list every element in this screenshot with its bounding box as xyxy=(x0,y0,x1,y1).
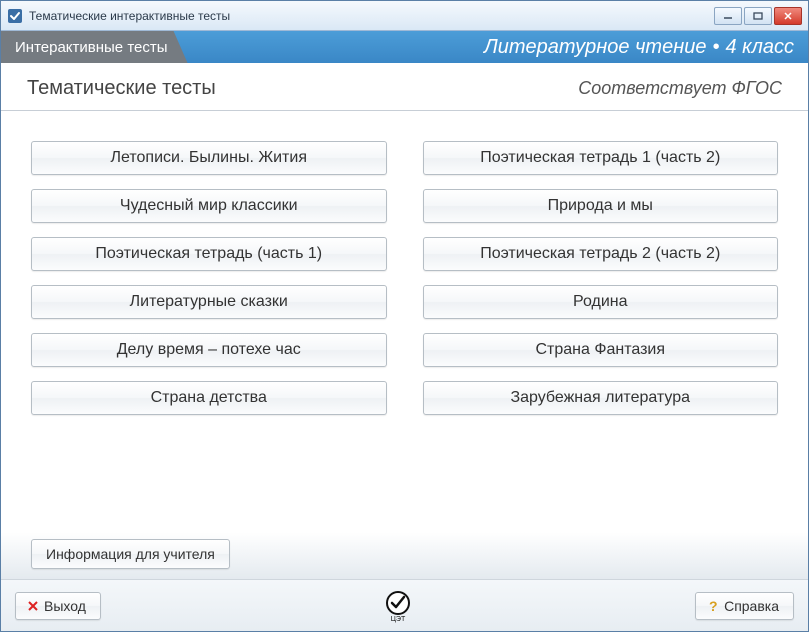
svg-text:?: ? xyxy=(709,599,718,613)
minimize-button[interactable] xyxy=(714,7,742,25)
topic-button[interactable]: Природа и мы xyxy=(423,189,779,223)
header-tab-label: Интерактивные тесты xyxy=(15,39,168,56)
topic-button[interactable]: Страна детства xyxy=(31,381,387,415)
header-subject: Литературное чтение xyxy=(484,36,706,59)
close-button[interactable] xyxy=(774,7,802,25)
window-title: Тематические интерактивные тесты xyxy=(29,9,714,23)
footer: Выход ЦЭТ ? Справка xyxy=(1,579,808,631)
teacher-info-button[interactable]: Информация для учителя xyxy=(31,539,230,569)
maximize-button[interactable] xyxy=(744,7,772,25)
subheader: Тематические тесты Соответствует ФГОС xyxy=(1,63,808,111)
app-icon xyxy=(7,8,23,24)
footer-center: ЦЭТ xyxy=(101,589,695,623)
exit-button-label: Выход xyxy=(44,598,86,614)
app-window: Тематические интерактивные тесты Интерак… xyxy=(0,0,809,632)
header-band: Интерактивные тесты Литературное чтение … xyxy=(1,31,808,63)
topic-button[interactable]: Делу время – потехе час xyxy=(31,333,387,367)
fgos-label: Соответствует ФГОС xyxy=(578,78,782,99)
exit-button[interactable]: Выход xyxy=(15,592,101,620)
titlebar: Тематические интерактивные тесты xyxy=(1,1,808,31)
topic-button[interactable]: Литературные сказки xyxy=(31,285,387,319)
topic-button[interactable]: Летописи. Былины. Жития xyxy=(31,141,387,175)
topic-button[interactable]: Страна Фантазия xyxy=(423,333,779,367)
header-subject-area: Литературное чтение • 4 класс xyxy=(188,31,808,63)
topic-button[interactable]: Поэтическая тетрадь (часть 1) xyxy=(31,237,387,271)
header-grade: 4 класс xyxy=(725,36,794,59)
question-icon: ? xyxy=(706,599,720,613)
window-controls xyxy=(714,7,802,25)
main-content: Летописи. Былины. Жития Поэтическая тетр… xyxy=(1,111,808,579)
cet-logo-icon: ЦЭТ xyxy=(381,589,415,623)
help-button-label: Справка xyxy=(724,598,779,614)
topic-button[interactable]: Поэтическая тетрадь 2 (часть 2) xyxy=(423,237,779,271)
teacher-info-row: Информация для учителя xyxy=(31,539,778,569)
header-tab: Интерактивные тесты xyxy=(1,31,188,63)
close-x-icon xyxy=(26,599,40,613)
cet-logo-text: ЦЭТ xyxy=(391,616,406,623)
topic-grid: Летописи. Былины. Жития Поэтическая тетр… xyxy=(31,141,778,415)
topic-button[interactable]: Поэтическая тетрадь 1 (часть 2) xyxy=(423,141,779,175)
header-separator-dot: • xyxy=(706,36,725,59)
topic-button[interactable]: Зарубежная литература xyxy=(423,381,779,415)
help-button[interactable]: ? Справка xyxy=(695,592,794,620)
topic-button[interactable]: Родина xyxy=(423,285,779,319)
topic-button[interactable]: Чудесный мир классики xyxy=(31,189,387,223)
page-title: Тематические тесты xyxy=(27,77,578,100)
